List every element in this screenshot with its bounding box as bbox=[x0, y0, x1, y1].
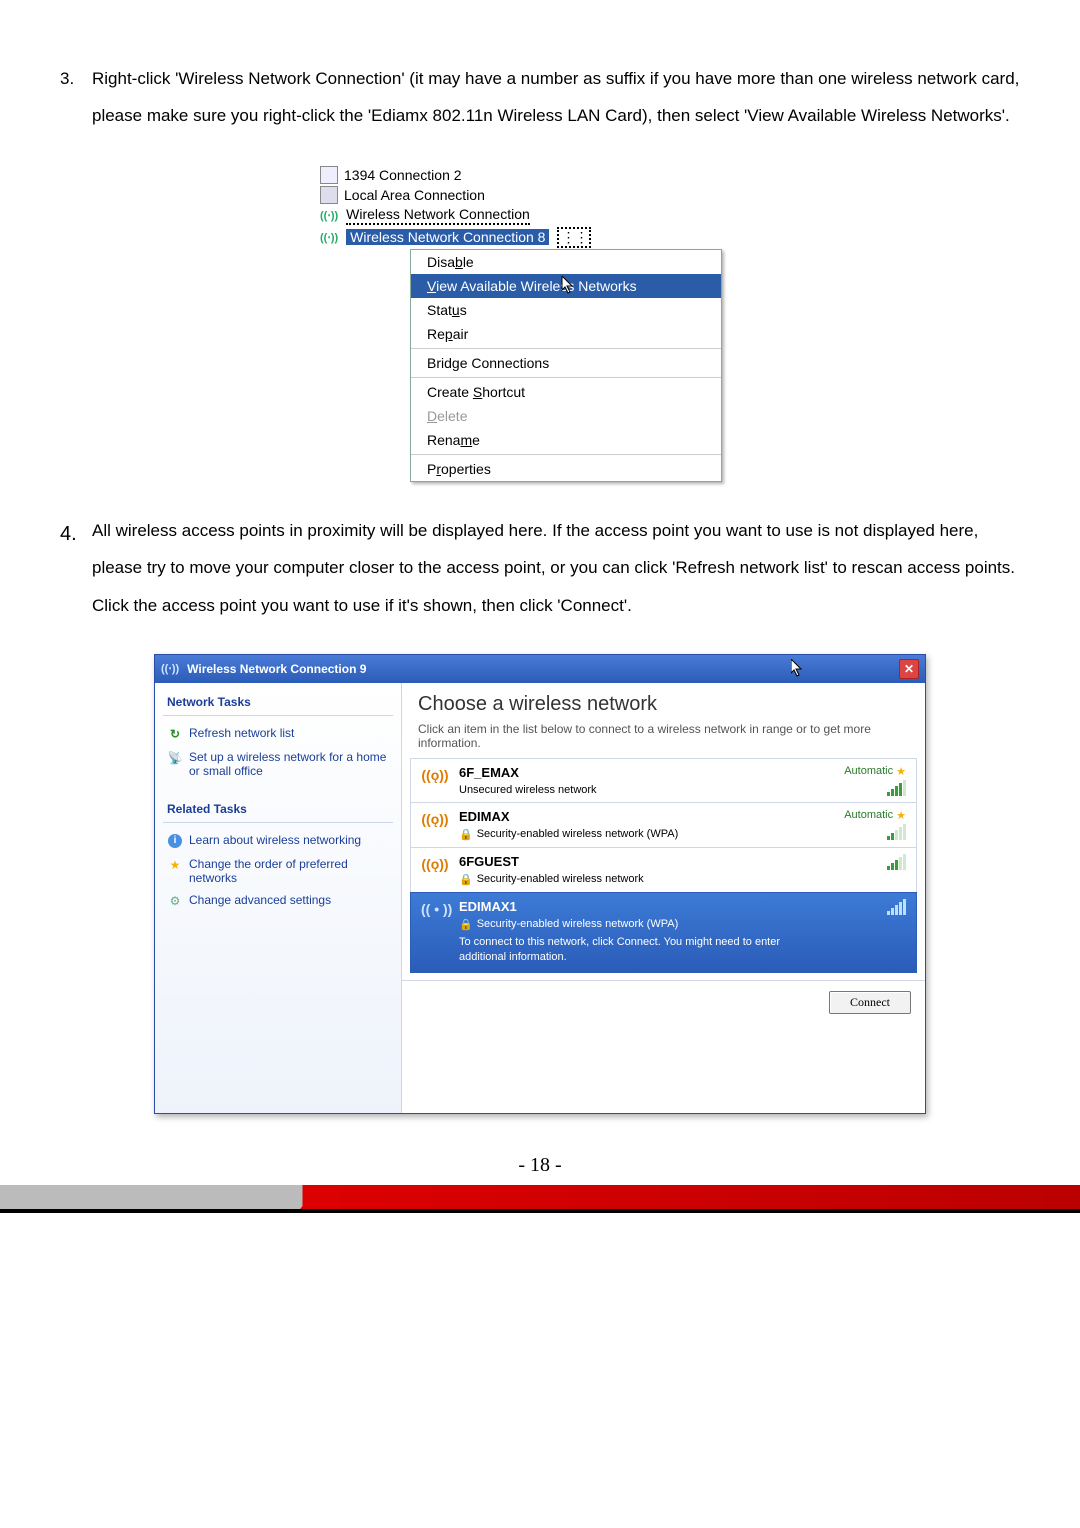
star-icon: ★ bbox=[167, 857, 183, 873]
auto-badge: Automatic bbox=[844, 809, 893, 821]
page-number: - 18 - bbox=[0, 1154, 1080, 1177]
dialog-title: Wireless Network Connection 9 bbox=[187, 662, 366, 676]
network-sub: Unsecured wireless network bbox=[459, 784, 806, 796]
gear-icon: ⚙ bbox=[167, 893, 183, 909]
signal-bars-icon bbox=[887, 854, 906, 870]
menu-repair[interactable]: Repair bbox=[411, 322, 721, 346]
conn-lan: Local Area Connection bbox=[344, 187, 485, 203]
wifi-icon: ((⋅)) bbox=[320, 209, 338, 222]
close-button[interactable]: ✕ bbox=[899, 659, 919, 679]
network-name: EDIMAX1 bbox=[459, 899, 806, 914]
network-name: 6F_EMAX bbox=[459, 765, 806, 780]
advanced-label: Change advanced settings bbox=[189, 893, 331, 907]
setup-label: Set up a wireless network for a home or … bbox=[189, 750, 389, 778]
sidebar: Network Tasks ↻ Refresh network list 📡 S… bbox=[155, 683, 402, 1113]
lock-icon: 🔒 bbox=[459, 873, 473, 886]
network-item[interactable]: ((ǫ)) 6F_EMAX Unsecured wireless network… bbox=[410, 758, 917, 803]
refresh-link[interactable]: ↻ Refresh network list bbox=[163, 722, 393, 746]
conn-wifi: Wireless Network Connection bbox=[346, 206, 530, 225]
wifi-icon: ((⋅)) bbox=[161, 662, 179, 675]
network-sub: Security-enabled wireless network (WPA) bbox=[477, 918, 679, 930]
network-sub: Security-enabled wireless network (WPA) bbox=[477, 828, 679, 840]
cursor-icon bbox=[561, 276, 575, 294]
network-item-selected[interactable]: (( • )) EDIMAX1 🔒 Security-enabled wirele… bbox=[410, 892, 917, 973]
star-icon: ★ bbox=[896, 765, 906, 778]
wifi-signal-icon: ((ǫ)) bbox=[421, 809, 449, 827]
main-desc: Click an item in the list below to conne… bbox=[402, 722, 925, 758]
learn-label: Learn about wireless networking bbox=[189, 833, 361, 847]
menu-view-networks[interactable]: View Available Wireless Networks ⋯⋯• bbox=[411, 274, 721, 298]
network-extra: To connect to this network, click Connec… bbox=[459, 935, 806, 966]
main-title: Choose a wireless network bbox=[402, 683, 925, 722]
network-item[interactable]: ((ǫ)) 6FGUEST 🔒 Security-enabled wireless… bbox=[410, 847, 917, 893]
lock-icon: 🔒 bbox=[459, 828, 473, 841]
step3-number: 3. bbox=[60, 60, 92, 135]
menu-disable[interactable]: Disable bbox=[411, 250, 721, 274]
antenna-icon: 📡 bbox=[167, 750, 183, 766]
sidebar-head-tasks: Network Tasks bbox=[163, 689, 393, 716]
wifi-signal-icon: ((ǫ)) bbox=[421, 765, 449, 783]
context-menu: Disable View Available Wireless Networks… bbox=[410, 249, 722, 482]
signal-bars-icon bbox=[887, 780, 906, 796]
wifi-icon: ((⋅)) bbox=[320, 231, 338, 244]
menu-delete: Delete bbox=[411, 404, 721, 428]
star-icon: ★ bbox=[896, 809, 906, 822]
lan-icon bbox=[320, 186, 338, 204]
learn-link[interactable]: i Learn about wireless networking bbox=[163, 829, 393, 853]
order-link[interactable]: ★ Change the order of preferred networks bbox=[163, 853, 393, 889]
wifi-signal-icon: (( • )) bbox=[421, 899, 449, 917]
context-menu-figure: 1394 Connection 2 Local Area Connection … bbox=[320, 165, 850, 482]
menu-shortcut[interactable]: Create Shortcut bbox=[411, 380, 721, 404]
signal-bars-icon bbox=[887, 824, 906, 840]
sidebar-head-related: Related Tasks bbox=[163, 796, 393, 823]
cursor-icon bbox=[791, 659, 805, 677]
menu-status[interactable]: Status bbox=[411, 298, 721, 322]
menu-rename[interactable]: Rename bbox=[411, 428, 721, 452]
menu-properties[interactable]: Properties bbox=[411, 457, 721, 481]
menu-bridge[interactable]: Bridge Connections bbox=[411, 351, 721, 375]
footer-decoration bbox=[0, 1185, 1080, 1213]
network-name: EDIMAX bbox=[459, 809, 806, 824]
step4-text: All wireless access points in proximity … bbox=[92, 512, 1020, 624]
advanced-link[interactable]: ⚙ Change advanced settings bbox=[163, 889, 393, 913]
dots-right-icon: ⋯⋯• bbox=[729, 280, 755, 313]
wifi-signal-icon: ((ǫ)) bbox=[421, 854, 449, 872]
auto-badge: Automatic bbox=[844, 765, 893, 777]
signal-bars-icon bbox=[887, 899, 906, 915]
conn-1394: 1394 Connection 2 bbox=[344, 167, 462, 183]
selection-dots-icon: ⋮⋮ bbox=[557, 227, 591, 248]
network-item[interactable]: ((ǫ)) EDIMAX 🔒 Security-enabled wireless … bbox=[410, 802, 917, 848]
network-sub: Security-enabled wireless network bbox=[477, 873, 644, 885]
step4-number: 4. bbox=[60, 512, 92, 624]
order-label: Change the order of preferred networks bbox=[189, 857, 389, 885]
wireless-dialog: ((⋅)) Wireless Network Connection 9 ✕ Ne… bbox=[154, 654, 926, 1114]
conn-wifi8[interactable]: Wireless Network Connection 8 bbox=[346, 229, 549, 245]
firewire-icon bbox=[320, 166, 338, 184]
network-name: 6FGUEST bbox=[459, 854, 806, 869]
setup-link[interactable]: 📡 Set up a wireless network for a home o… bbox=[163, 746, 393, 782]
refresh-label: Refresh network list bbox=[189, 726, 294, 740]
refresh-icon: ↻ bbox=[167, 726, 183, 742]
step3-text: Right-click 'Wireless Network Connection… bbox=[92, 60, 1020, 135]
info-icon: i bbox=[168, 834, 182, 848]
connect-button[interactable]: Connect bbox=[829, 991, 911, 1014]
lock-icon: 🔒 bbox=[459, 918, 473, 931]
